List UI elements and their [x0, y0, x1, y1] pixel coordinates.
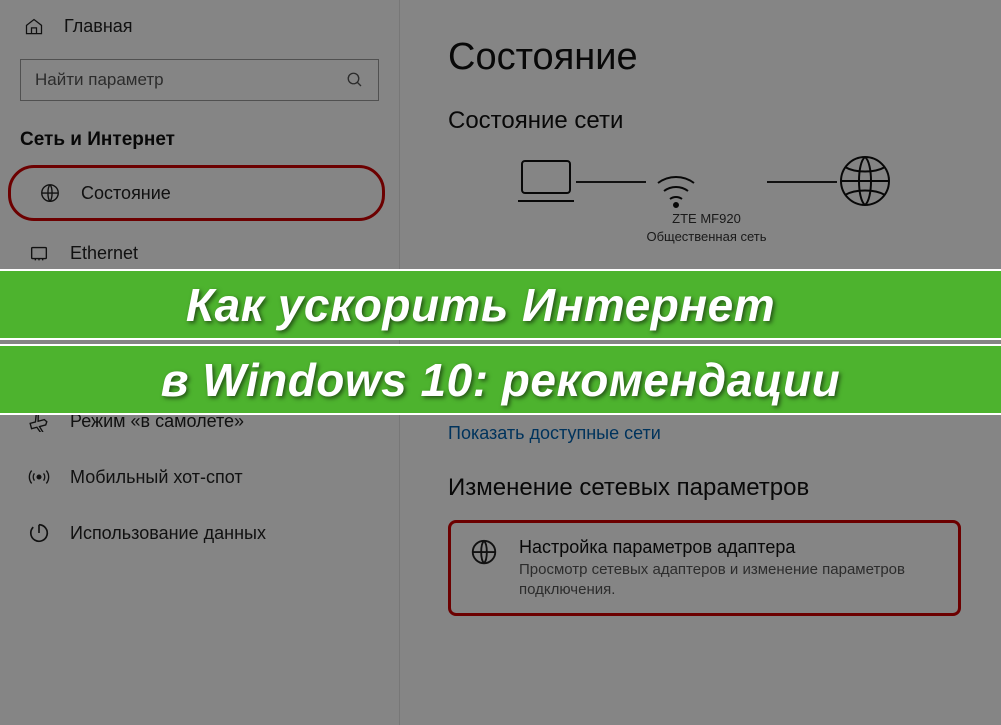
overlay-banner-1: Как ускорить Интернет [0, 269, 1001, 340]
hotspot-icon [28, 466, 50, 488]
sidebar-item-hotspot[interactable]: Мобильный хот-спот [0, 449, 399, 505]
router-node: ZTE MF920 Общественная сеть [646, 153, 766, 244]
adapter-settings-title: Настройка параметров адаптера [519, 537, 940, 558]
sidebar-item-label: Мобильный хот-спот [70, 467, 243, 488]
sidebar-item-status[interactable]: Состояние [8, 165, 385, 221]
page-title: Состояние [448, 36, 961, 79]
adapter-settings-box[interactable]: Настройка параметров адаптера Просмотр с… [448, 520, 961, 616]
globe-icon [39, 182, 61, 204]
overlay-text-1: Как ускорить Интернет [186, 278, 775, 332]
overlay-text-2: в Windows 10: рекомендации [161, 353, 840, 407]
ethernet-icon [28, 242, 50, 264]
network-type: Общественная сеть [646, 229, 766, 245]
search-placeholder: Найти параметр [35, 70, 164, 90]
search-input[interactable]: Найти параметр [20, 59, 379, 101]
sidebar-home-label: Главная [64, 16, 133, 37]
sidebar-item-label: Состояние [81, 183, 171, 204]
home-icon [24, 17, 44, 37]
sidebar-item-data-usage[interactable]: Использование данных [0, 505, 399, 561]
sidebar-item-label: Использование данных [70, 523, 266, 544]
overlay-banner-2: в Windows 10: рекомендации [0, 344, 1001, 415]
sidebar-home[interactable]: Главная [0, 0, 399, 47]
link-show-available-networks[interactable]: Показать доступные сети [448, 423, 961, 444]
pc-icon [516, 153, 576, 209]
change-network-params-title: Изменение сетевых параметров [448, 474, 961, 502]
diagram-line [576, 181, 646, 183]
sidebar-section-title: Сеть и Интернет [0, 121, 399, 165]
network-diagram: ZTE MF920 Общественная сеть [448, 153, 961, 244]
globe-icon [469, 537, 499, 567]
sidebar-item-label: Ethernet [70, 243, 138, 264]
device-name: ZTE MF920 [646, 211, 766, 227]
adapter-settings-desc: Просмотр сетевых адаптеров и изменение п… [519, 560, 940, 599]
globe-big-icon [837, 153, 893, 209]
diagram-line [767, 181, 837, 183]
network-status-title: Состояние сети [448, 107, 961, 135]
data-usage-icon [28, 522, 50, 544]
search-icon [346, 71, 364, 89]
